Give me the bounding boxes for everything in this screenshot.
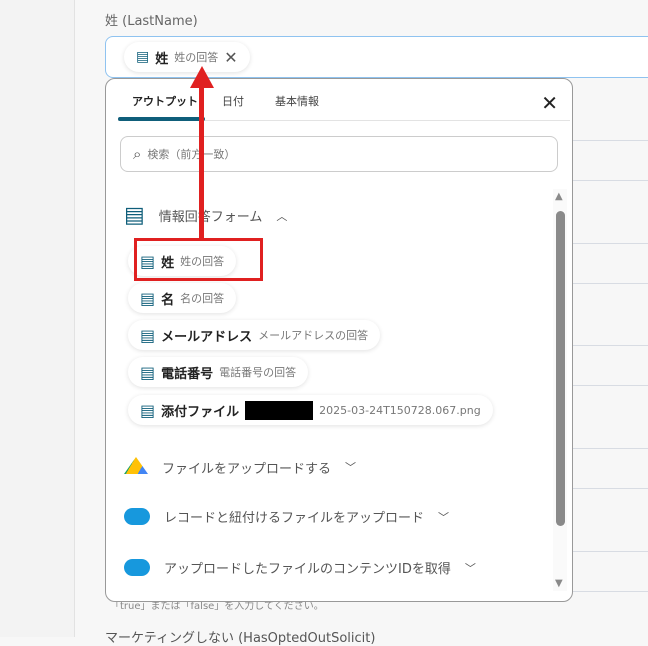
- group-title: アップロードしたファイルのコンテンツIDを取得: [164, 562, 451, 577]
- close-icon[interactable]: ✕: [541, 91, 558, 115]
- item-key: 添付ファイル: [161, 404, 240, 420]
- group-google-drive[interactable]: ファイルをアップロードする ﹀: [124, 457, 356, 477]
- divider: [573, 591, 648, 592]
- redacted-block: [245, 400, 314, 420]
- annotation-arrow: [190, 66, 214, 240]
- item-value: 名の回答: [180, 292, 225, 305]
- form-icon: ▤: [140, 325, 156, 345]
- form-icon: ▤: [124, 203, 145, 228]
- form-icon: ▤: [140, 362, 156, 382]
- divider: [573, 140, 648, 141]
- divider: [573, 385, 648, 386]
- search-icon: ⌕: [133, 145, 142, 163]
- field-label: 姓 (LastName): [105, 14, 198, 29]
- form-icon: ▤: [140, 400, 156, 420]
- tab-basic-info[interactable]: 基本情報: [275, 93, 319, 109]
- divider: [573, 243, 648, 244]
- divider: [573, 283, 648, 284]
- item-value: 電話番号の回答: [219, 366, 297, 379]
- item-key: 名: [161, 292, 175, 308]
- left-sidebar: [0, 0, 75, 637]
- highlight-box: [134, 238, 263, 281]
- divider: [573, 551, 648, 552]
- variable-picker-popup: アウトプット 日付 基本情報 ✕ ⌕ 検索（前方一致） ▤ 情報回答フォーム ︿…: [105, 78, 573, 602]
- item-value: メールアドレスの回答: [258, 329, 369, 342]
- form-icon: ▤: [140, 288, 156, 308]
- salesforce-icon: [124, 559, 150, 576]
- group-salesforce-content-id[interactable]: アップロードしたファイルのコンテンツIDを取得 ﹀: [124, 558, 476, 577]
- remove-chip-icon[interactable]: ✕: [224, 48, 237, 67]
- scrollbar-thumb[interactable]: [556, 211, 565, 526]
- tab-date[interactable]: 日付: [222, 93, 244, 109]
- scrollbar[interactable]: ▲ ▼: [553, 189, 567, 591]
- chip-key: 姓: [155, 51, 169, 67]
- chevron-up-icon: ︿: [276, 209, 288, 223]
- list-item[interactable]: ▤ メールアドレス メールアドレスの回答: [128, 320, 381, 350]
- group-salesforce-upload[interactable]: レコードと紐付けるファイルをアップロード ﹀: [124, 507, 449, 526]
- scroll-down-icon[interactable]: ▼: [555, 578, 563, 589]
- group-title: ファイルをアップロードする: [162, 461, 332, 477]
- chevron-down-icon: ﹀: [438, 510, 450, 524]
- divider: [573, 448, 648, 449]
- salesforce-icon: [124, 508, 150, 525]
- form-icon: ▤: [136, 49, 150, 65]
- item-key: 電話番号: [161, 366, 214, 382]
- group-title: レコードと紐付けるファイルをアップロード: [164, 511, 425, 526]
- divider: [573, 180, 648, 181]
- list-item[interactable]: ▤ 電話番号 電話番号の回答: [128, 357, 309, 387]
- divider: [573, 345, 648, 346]
- divider: [573, 488, 648, 489]
- chevron-down-icon: ﹀: [345, 461, 357, 474]
- google-drive-icon: [124, 457, 148, 474]
- scroll-up-icon[interactable]: ▲: [555, 191, 563, 202]
- list-item[interactable]: ▤ 添付ファイル 2025-03-24T150728.067.png: [128, 395, 493, 425]
- chevron-down-icon: ﹀: [464, 561, 476, 575]
- item-key: メールアドレス: [161, 329, 253, 345]
- list-item[interactable]: ▤ 名名の回答: [128, 283, 237, 313]
- item-value: 2025-03-24T150728.067.png: [319, 403, 481, 417]
